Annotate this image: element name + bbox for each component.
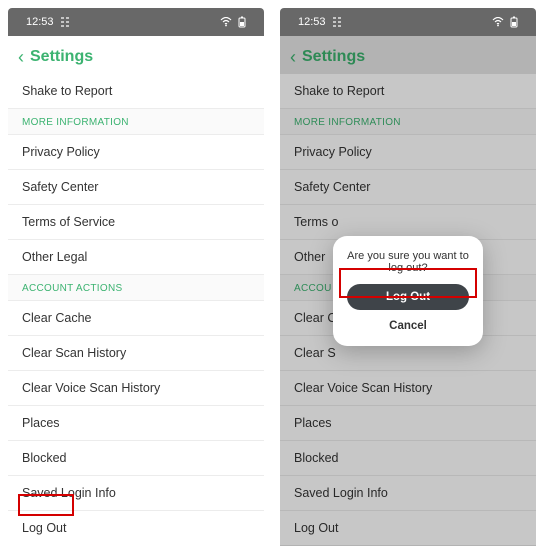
row-places[interactable]: Places — [8, 406, 264, 440]
battery-icon — [510, 16, 518, 28]
logout-modal: Are you sure you want to log out? Log Ou… — [333, 236, 483, 346]
modal-backdrop: Are you sure you want to log out? Log Ou… — [280, 36, 536, 546]
row-log-out[interactable]: Log Out — [8, 511, 264, 545]
modal-logout-button[interactable]: Log Out — [347, 284, 469, 310]
battery-icon — [238, 16, 246, 28]
row-clear-scan-history[interactable]: Clear Scan History — [8, 336, 264, 370]
phone-right: 12:53 ‹ Settings Shake to Report MORE IN… — [280, 8, 536, 546]
row-clear-cache[interactable]: Clear Cache — [8, 301, 264, 335]
settings-list: Shake to Report MORE INFORMATION Privacy… — [8, 74, 264, 546]
row-saved-login-info[interactable]: Saved Login Info — [8, 476, 264, 510]
row-safety-center[interactable]: Safety Center — [8, 170, 264, 204]
cast-icon — [332, 17, 342, 27]
row-other-legal[interactable]: Other Legal — [8, 240, 264, 274]
modal-message: Are you sure you want to log out? — [343, 250, 473, 274]
footer: Snapchat v11.76.0.33 Made in Los Angeles — [8, 545, 264, 546]
statusbar: 12:53 — [280, 8, 536, 36]
page-title: Settings — [30, 48, 93, 66]
row-blocked[interactable]: Blocked — [8, 441, 264, 475]
wifi-icon — [492, 17, 504, 27]
header: ‹ Settings — [8, 36, 264, 74]
back-chevron-icon[interactable]: ‹ — [18, 48, 24, 66]
statusbar: 12:53 — [8, 8, 264, 36]
cast-icon — [60, 17, 70, 27]
row-privacy-policy[interactable]: Privacy Policy — [8, 135, 264, 169]
status-time: 12:53 — [298, 16, 326, 28]
row-terms-of-service[interactable]: Terms of Service — [8, 205, 264, 239]
row-clear-voice-scan-history[interactable]: Clear Voice Scan History — [8, 371, 264, 405]
modal-cancel-button[interactable]: Cancel — [343, 318, 473, 334]
phone-left: 12:53 ‹ Settings Shake to Report MORE IN… — [8, 8, 264, 546]
section-more-information: MORE INFORMATION — [8, 108, 264, 135]
row-shake-to-report[interactable]: Shake to Report — [8, 74, 264, 108]
section-account-actions: ACCOUNT ACTIONS — [8, 274, 264, 301]
wifi-icon — [220, 17, 232, 27]
status-time: 12:53 — [26, 16, 54, 28]
